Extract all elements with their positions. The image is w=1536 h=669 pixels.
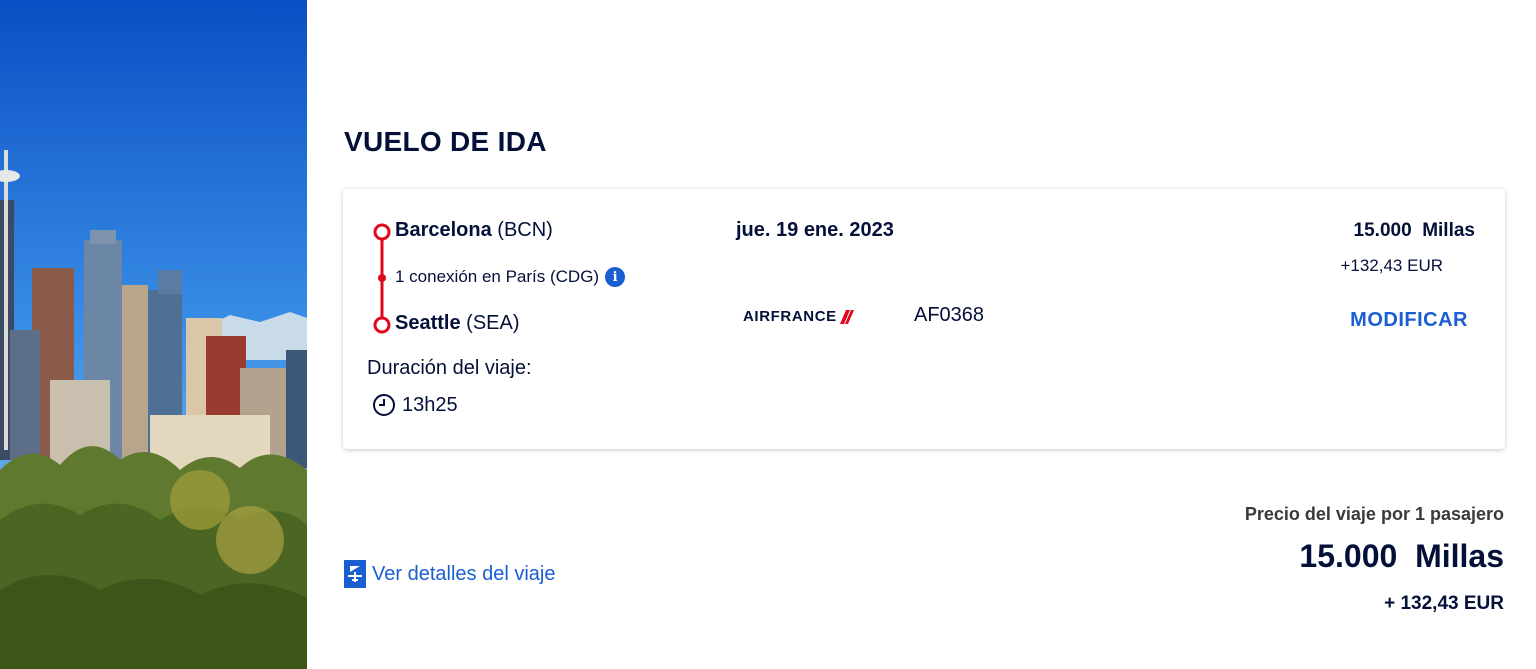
- trip-details-label[interactable]: Ver detalles del viaje: [372, 563, 555, 586]
- route-line-icon: [373, 223, 391, 334]
- main-content: VUELO DE IDA Barcelona (BCN) 1 conexión …: [307, 0, 1536, 669]
- destination-airport: Seattle (SEA): [395, 312, 520, 335]
- duration-label: Duración del viaje:: [367, 357, 532, 379]
- connection-info: 1 conexión en París (CDG) i: [395, 267, 626, 287]
- origin-city: Barcelona: [395, 219, 492, 241]
- modify-button[interactable]: MODIFICAR: [1350, 309, 1468, 332]
- trip-details-link[interactable]: Ver detalles del viaje: [344, 560, 555, 588]
- seattle-skyline-image: [0, 0, 307, 669]
- flight-number: AF0368: [914, 304, 985, 326]
- flight-card: Barcelona (BCN) 1 conexión en París (CDG…: [343, 189, 1505, 449]
- origin-code: (BCN): [497, 219, 553, 241]
- duration-value: 13h25: [402, 393, 458, 416]
- total-price-label: Precio del viaje por 1 pasajero: [1244, 504, 1504, 524]
- connection-text: 1 conexión en París (CDG): [395, 267, 600, 286]
- duration: 13h25: [372, 393, 458, 417]
- total-price-miles: 15.000 Millas: [1299, 538, 1504, 574]
- info-icon[interactable]: i: [605, 267, 626, 287]
- clock-icon: [373, 394, 395, 416]
- flight-price-eur: +132,43 EUR: [1340, 256, 1443, 275]
- airfrance-stripe-icon: [839, 309, 854, 324]
- section-title: VUELO DE IDA: [344, 126, 547, 157]
- destination-city: Seattle: [395, 312, 461, 334]
- plane-details-icon: [344, 560, 366, 588]
- airline-logo: AIRFRANCE: [743, 308, 856, 325]
- destination-code: (SEA): [466, 312, 520, 334]
- flight-date: jue. 19 ene. 2023: [736, 219, 894, 241]
- total-price-eur: + 132,43 EUR: [1384, 593, 1504, 614]
- flight-price-miles: 15.000 Millas: [1353, 220, 1475, 241]
- origin-airport: Barcelona (BCN): [395, 219, 553, 242]
- airline-name: AIRFRANCE: [743, 308, 837, 325]
